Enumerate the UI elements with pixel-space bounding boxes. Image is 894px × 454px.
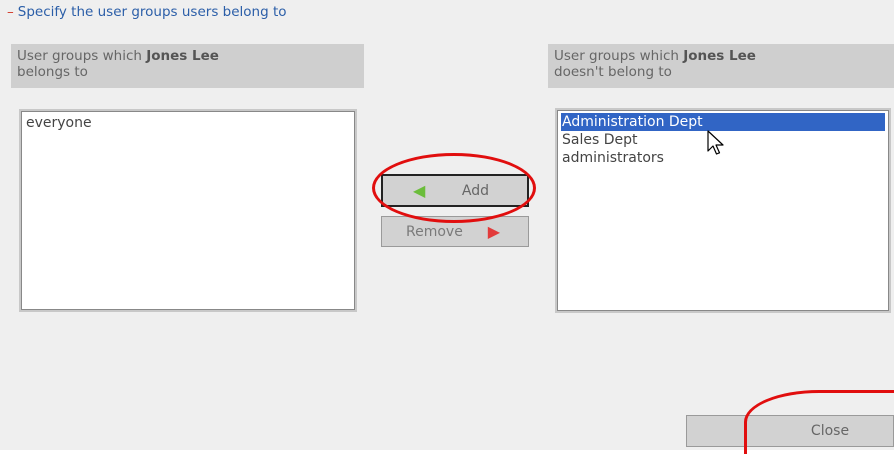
mouse-pointer-icon	[707, 130, 724, 155]
add-button[interactable]: ◀ Add	[381, 174, 529, 207]
user-name: Jones Lee	[683, 48, 756, 64]
list-option-everyone[interactable]: everyone	[25, 114, 351, 132]
section-header[interactable]: – Specify the user groups users belong to	[7, 4, 287, 20]
close-button[interactable]: Close	[686, 415, 894, 447]
member-groups-listbox[interactable]: everyone	[19, 109, 357, 312]
dialog-body: – Specify the user groups users belong to…	[0, 0, 894, 454]
collapse-toggle[interactable]: –	[7, 4, 14, 20]
list-option-administration-dept[interactable]: Administration Dept	[561, 113, 885, 131]
section-title-text: Specify the user groups users belong to	[17, 4, 287, 20]
member-groups-header: User groups which Jones Lee belongs to	[11, 44, 364, 88]
user-name: Jones Lee	[146, 48, 219, 64]
arrow-left-icon: ◀	[413, 180, 426, 200]
nonmember-groups-header: User groups which Jones Lee doesn't belo…	[548, 44, 894, 88]
remove-button[interactable]: Remove ▶	[381, 216, 529, 247]
arrow-right-icon: ▶	[487, 221, 500, 241]
